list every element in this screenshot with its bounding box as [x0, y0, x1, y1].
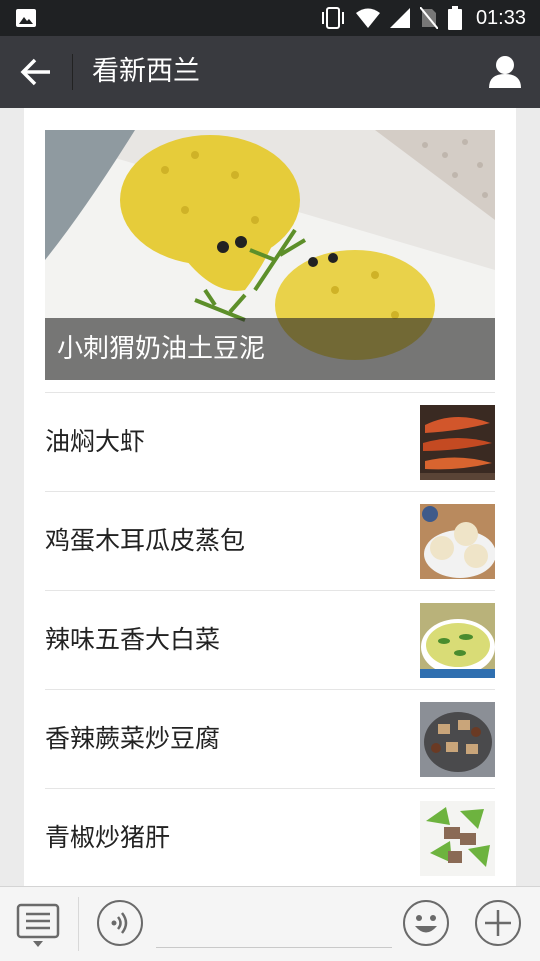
- page-title: 看新西兰: [92, 56, 200, 87]
- no-sim-icon: [419, 7, 438, 29]
- cabbage-dish-thumb: [420, 603, 495, 678]
- article-list: 油焖大虾 鸡蛋木耳瓜皮蒸包 辣味五香大白菜 香辣蕨菜炒豆腐 青椒炒猪肝: [45, 392, 495, 886]
- hero-article[interactable]: 小刺猬奶油土豆泥: [45, 130, 495, 380]
- battery-icon: [447, 6, 462, 30]
- article-card: 小刺猬奶油土豆泥 油焖大虾 鸡蛋木耳瓜皮蒸包 辣味五香大白菜 香辣蕨菜炒豆腐 青…: [24, 108, 516, 886]
- list-item[interactable]: 香辣蕨菜炒豆腐: [45, 689, 495, 788]
- bottom-bar: [0, 886, 540, 961]
- pepper-liver-dish-thumb: [420, 801, 495, 876]
- person-icon[interactable]: [488, 54, 522, 90]
- list-item[interactable]: 油焖大虾: [45, 392, 495, 491]
- hero-caption: 小刺猬奶油土豆泥: [57, 334, 266, 364]
- steamed-buns-thumb: [420, 504, 495, 579]
- signal-icon: [389, 8, 410, 28]
- message-input[interactable]: [156, 901, 392, 948]
- list-item-title: 油焖大虾: [45, 427, 146, 456]
- shrimp-dish-thumb: [420, 405, 495, 480]
- arrow-left-icon[interactable]: [18, 56, 54, 88]
- nav-divider: [72, 54, 73, 90]
- nav-bar: 看新西兰: [0, 36, 540, 108]
- status-time: 01:33: [475, 6, 526, 29]
- vibrate-icon: [321, 7, 344, 29]
- status-bar: 01:33: [0, 0, 540, 36]
- list-item[interactable]: 青椒炒猪肝: [45, 788, 495, 886]
- list-item-title: 香辣蕨菜炒豆腐: [45, 724, 221, 753]
- plus-icon[interactable]: [474, 899, 522, 947]
- emoji-icon[interactable]: [402, 899, 450, 947]
- list-item[interactable]: 辣味五香大白菜: [45, 590, 495, 689]
- bottom-divider: [78, 897, 79, 951]
- list-item-title: 辣味五香大白菜: [45, 625, 221, 654]
- gallery-icon: [16, 9, 36, 27]
- list-item[interactable]: 鸡蛋木耳瓜皮蒸包: [45, 491, 495, 590]
- menu-icon[interactable]: [14, 901, 62, 949]
- list-item-title: 鸡蛋木耳瓜皮蒸包: [45, 526, 246, 555]
- tofu-fern-dish-thumb: [420, 702, 495, 777]
- list-item-title: 青椒炒猪肝: [45, 823, 171, 852]
- voice-icon[interactable]: [96, 899, 144, 947]
- wifi-icon: [355, 8, 380, 28]
